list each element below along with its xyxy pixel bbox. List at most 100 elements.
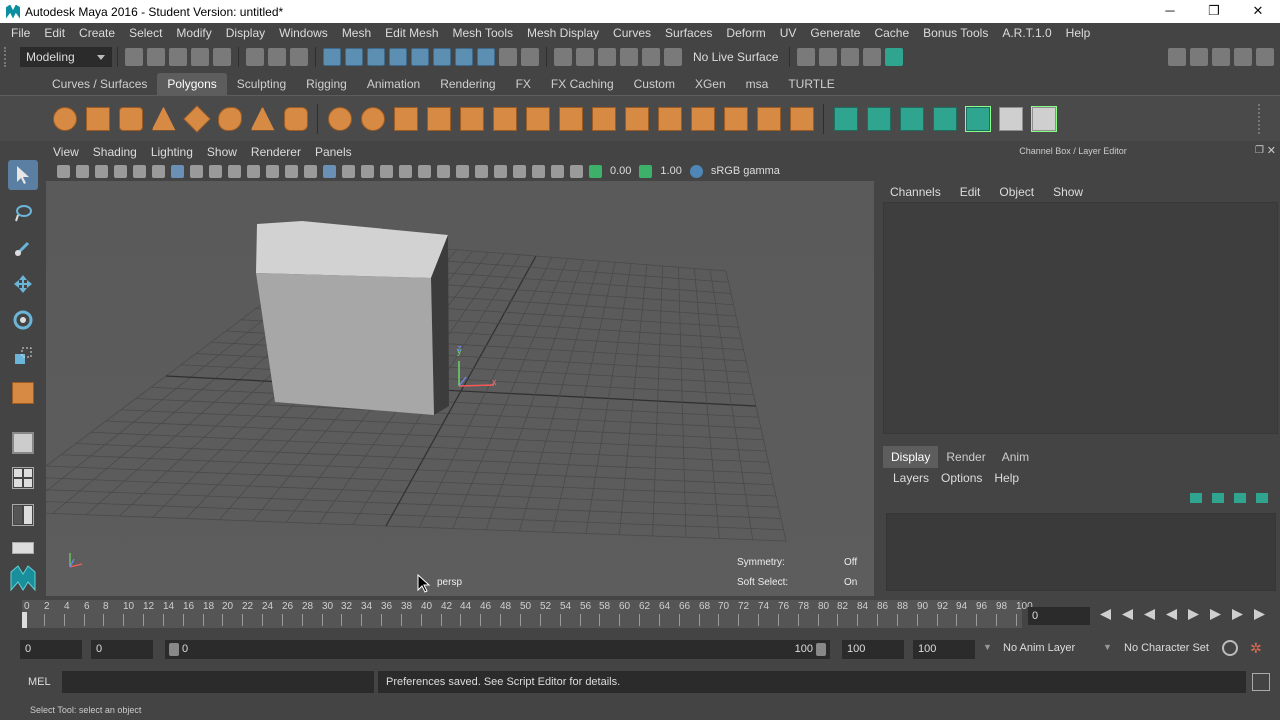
viewport-menu-panels[interactable]: Panels [315,145,360,159]
separate-icon[interactable] [360,106,385,131]
spherical-map-icon[interactable] [899,106,924,131]
tab-anim[interactable]: Anim [994,446,1037,468]
select-tool-icon[interactable] [8,160,38,190]
menu-mesh-display[interactable]: Mesh Display [520,26,606,40]
live-surface-field[interactable]: No Live Surface [688,47,784,67]
select-misc-icon[interactable] [477,48,495,66]
maya-m-icon[interactable] [1065,107,1089,131]
shelf-tab-sculpting[interactable]: Sculpting [227,73,296,95]
time-slider-track[interactable]: 0 2 4 6 8 10 12 14 16 18 20 22 24 26 28 30 32 34 36 38 40 42 4… [22,600,1033,628]
color-space-dropdown[interactable]: sRGB gamma [706,165,785,177]
grease-pencil-icon[interactable] [152,164,165,178]
tab-render[interactable]: Render [938,446,993,468]
select-object-icon[interactable] [268,48,286,66]
two-d-pan-icon[interactable] [133,164,146,178]
edge-loop-icon[interactable] [723,106,748,131]
range-end-handle[interactable] [816,643,826,656]
script-language-toggle[interactable]: MEL [28,676,51,688]
script-editor-icon[interactable] [1252,673,1270,691]
step-back-key-icon[interactable] [1122,609,1133,620]
undo-icon[interactable] [191,48,209,66]
select-rendering-icon[interactable] [455,48,473,66]
channels-menu[interactable]: Channels [890,185,941,199]
minimize-button[interactable]: ─ [1148,0,1192,23]
poly-cube-icon[interactable] [85,106,110,131]
lasso-tool-icon[interactable] [8,198,38,228]
cylindrical-map-icon[interactable] [866,106,891,131]
lock-icon[interactable] [499,48,517,66]
scale-tool-icon[interactable] [8,341,38,371]
menu-deform[interactable]: Deform [719,26,772,40]
animation-start-field[interactable]: 0 [20,640,82,659]
shelf-tab-fx-caching[interactable]: FX Caching [541,73,624,95]
layer-list[interactable] [886,513,1276,591]
step-forward-key-icon[interactable] [1232,609,1243,620]
exposure-field[interactable]: 0.00 [605,165,636,177]
single-view-layout-icon[interactable] [8,428,38,458]
modeling-toolkit-icon[interactable] [1168,48,1186,66]
poly-cone-icon[interactable] [151,106,176,131]
motion-blur-icon[interactable] [456,164,469,178]
poly-pyramid-icon[interactable] [250,106,275,131]
poly-cylinder-icon[interactable] [118,106,143,131]
isolate-select-icon[interactable] [513,164,526,178]
textured-icon[interactable] [380,164,393,178]
menu-display[interactable]: Display [219,26,272,40]
viewport-menu-shading[interactable]: Shading [93,145,145,159]
shelf-scroll-icon[interactable] [1258,103,1268,134]
animation-preferences-icon[interactable]: ✲ [1250,640,1266,656]
target-weld-icon[interactable] [690,106,715,131]
wireframe-icon[interactable] [304,164,317,178]
workspace-icon[interactable] [1256,48,1274,66]
shelf-tab-animation[interactable]: Animation [357,73,430,95]
fill-hole-icon[interactable] [756,106,781,131]
shelf-tab-turtle[interactable]: TURTLE [778,73,844,95]
menu-windows[interactable]: Windows [272,26,335,40]
shelf-tab-msa[interactable]: msa [736,73,779,95]
use-all-lights-icon[interactable] [399,164,412,178]
wireframe-on-shaded-icon[interactable] [361,164,374,178]
highlight-selection-icon[interactable] [521,48,539,66]
auto-key-icon[interactable] [1222,640,1238,656]
smooth-icon[interactable] [426,106,451,131]
poly-torus-icon[interactable] [217,106,242,131]
maximize-button[interactable]: ❐ [1192,0,1236,23]
uv-cut-icon[interactable] [1030,105,1057,132]
last-tool-icon[interactable] [8,378,38,408]
auto-map-icon[interactable] [932,106,957,131]
xray-icon[interactable] [532,164,545,178]
grip-handle[interactable] [4,47,18,67]
menu-file[interactable]: File [4,26,37,40]
menu-surfaces[interactable]: Surfaces [658,26,719,40]
multi-cut-icon[interactable] [657,106,682,131]
maya-home-icon[interactable] [8,563,38,593]
redo-icon[interactable] [213,48,231,66]
menu-create[interactable]: Create [72,26,122,40]
playback-end-field[interactable]: 100 [842,640,904,659]
safe-action-icon[interactable] [266,164,279,178]
play-backwards-icon[interactable] [1166,609,1177,620]
shadows-icon[interactable] [418,164,431,178]
character-set-dropdown[interactable]: No Character Set [1124,642,1209,654]
xray-active-icon[interactable] [570,164,583,178]
gamma-field[interactable]: 1.00 [655,165,686,177]
character-set-chevron-icon[interactable]: ▼ [1103,642,1112,652]
menu-modify[interactable]: Modify [169,26,218,40]
ipr-render-icon[interactable] [841,48,859,66]
new-scene-icon[interactable] [125,48,143,66]
select-surfaces-icon[interactable] [389,48,407,66]
close-button[interactable]: ✕ [1236,0,1280,23]
attribute-editor-icon[interactable] [1190,48,1208,66]
gamma-icon[interactable] [639,164,653,178]
layers-menu[interactable]: Layers [893,471,929,485]
menu-art[interactable]: A.R.T.1.0 [995,26,1058,40]
bookmark-icon[interactable] [95,164,108,178]
four-view-layout-icon[interactable] [8,463,38,493]
make-live-icon[interactable] [664,48,682,66]
combine-icon[interactable] [327,106,352,131]
step-forward-frame-icon[interactable] [1210,609,1221,620]
channel-show-menu[interactable]: Show [1053,185,1083,199]
snap-grid-icon[interactable] [554,48,572,66]
channel-box-attributes[interactable] [883,202,1278,434]
screen-space-ao-icon[interactable] [437,164,450,178]
